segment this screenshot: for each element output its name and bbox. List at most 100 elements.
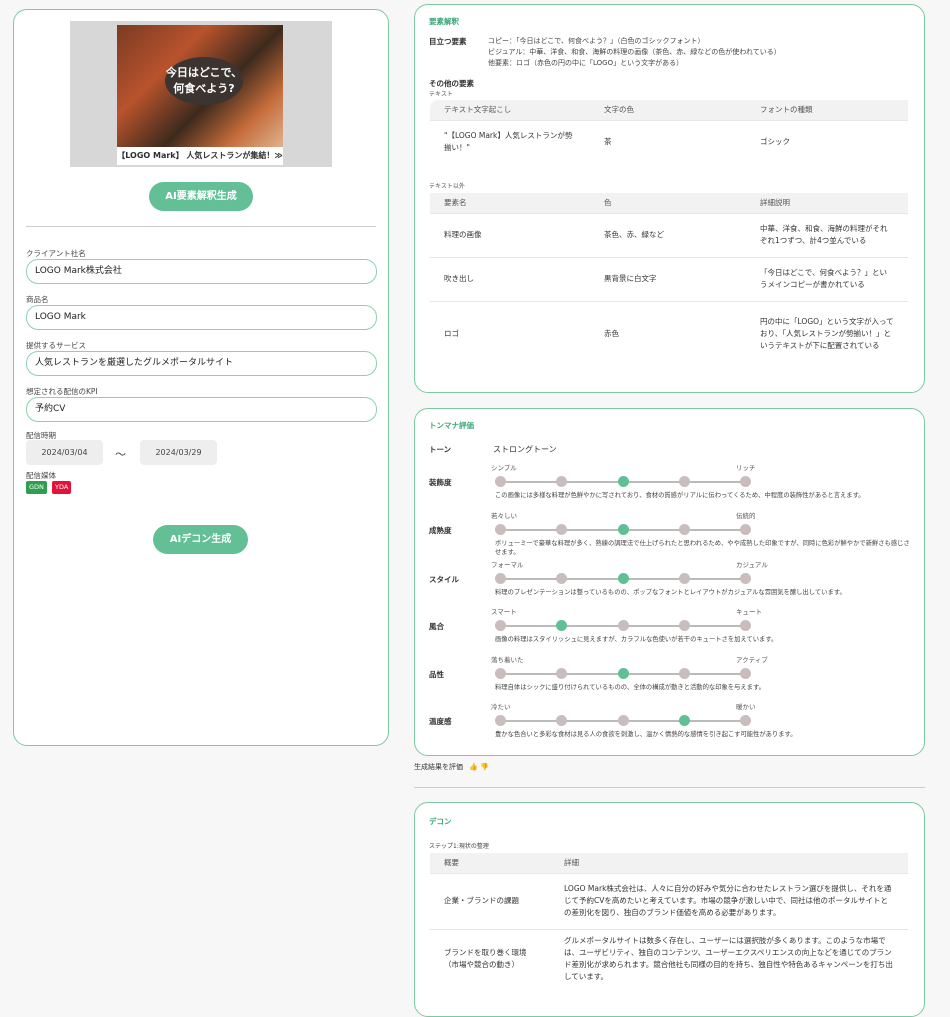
tone-value: ストロングトーン xyxy=(493,445,557,454)
scale-dot[interactable] xyxy=(740,524,751,535)
client-name-label: クライアント社名 xyxy=(26,249,86,258)
tone-description: 料理自体はシックに盛り付けられているものの、全体の構成が動きと活動的な印象を与え… xyxy=(495,684,765,691)
main-element-line: ビジュアル：中華、洋食、和食、海鮮の料理の画像（茶色、赤、緑などの色が使われてい… xyxy=(488,48,781,56)
tone-label: トーン xyxy=(429,445,452,454)
banner-image: 今日はどこで、何食べよう? 【LOGO Mark】 人気レストランが集結！≫ xyxy=(70,21,332,167)
tone-title: トンマナ評価 xyxy=(429,421,474,430)
scale-dot[interactable] xyxy=(679,573,690,584)
scale-dot[interactable] xyxy=(679,668,690,679)
table-header: 詳細説明 xyxy=(746,193,908,213)
scale-dot[interactable] xyxy=(495,476,506,487)
scale-dot[interactable] xyxy=(679,620,690,631)
ai-analysis-button[interactable]: AI要素解釈生成 xyxy=(149,182,253,211)
scale-dot[interactable] xyxy=(495,668,506,679)
tone-row-label: 品性 xyxy=(429,670,444,679)
scale-dot[interactable] xyxy=(618,620,629,631)
tone-description: この画像には多様な料理が色鮮やかに写されており、食材の質感がリアルに伝わってくる… xyxy=(495,492,865,499)
scale-dot[interactable] xyxy=(556,573,567,584)
tone-row-label: 装飾度 xyxy=(429,478,452,487)
scale-dot[interactable] xyxy=(556,715,567,726)
tone-row-label: 温度感 xyxy=(429,717,452,726)
scale-dot[interactable] xyxy=(618,524,629,535)
kpi-field[interactable]: 予約CV xyxy=(26,397,377,422)
analysis-title: 要素解釈 xyxy=(429,17,459,26)
scale-dot[interactable] xyxy=(679,524,690,535)
table-cell: 黒背景に白文字 xyxy=(590,256,746,301)
scale-left-label: 冷たい xyxy=(491,703,511,711)
thumbs-down-icon[interactable]: 👎 xyxy=(480,763,489,771)
scale-dot[interactable] xyxy=(740,573,751,584)
scale-right-label: リッチ xyxy=(736,464,756,472)
scale-dot[interactable] xyxy=(618,476,629,487)
scale-dot[interactable] xyxy=(495,573,506,584)
scale-dot[interactable] xyxy=(556,668,567,679)
table-cell: ロゴ xyxy=(430,300,590,367)
decon-table: 概要 詳細 企業・ブランドの課題 LOGO Mark株式会社は、人々に自分の好みや気… xyxy=(430,853,908,989)
table-header: 詳細 xyxy=(550,853,908,873)
scale-dot[interactable] xyxy=(618,668,629,679)
text-section-label: テキスト xyxy=(429,91,453,98)
tone-row-label: 風合 xyxy=(429,622,444,631)
decon-step: ステップ1:現状の整理 xyxy=(429,843,489,850)
table-cell: 赤色 xyxy=(590,300,746,367)
scale-dot[interactable] xyxy=(495,715,506,726)
period-end-field[interactable]: 2024/03/29 xyxy=(140,440,217,465)
tone-description: 画像の料理はスタイリッシュに見えますが、カラフルな色使いが若干のキュートさを加え… xyxy=(495,636,778,643)
scale-left-label: シンプル xyxy=(491,464,517,472)
table-cell: LOGO Mark株式会社は、人々に自分の好みや気分に合わせたレストラン選びを提… xyxy=(550,872,908,929)
scale-dot[interactable] xyxy=(495,620,506,631)
banner-headline: 今日はどこで、何食べよう? xyxy=(165,57,243,105)
media-label: 配信媒体 xyxy=(26,471,56,480)
table-header: 概要 xyxy=(430,853,550,873)
table-row: 料理の画像 茶色、赤、緑など 中華、洋食、和食、海鮮の料理がそれぞれ1つずつ、計4つ… xyxy=(430,212,908,257)
nontext-elements-table: 要素名色詳細説明 料理の画像 茶色、赤、緑など 中華、洋食、和食、海鮮の料理がそれぞ… xyxy=(430,193,908,367)
scale-dot[interactable] xyxy=(618,573,629,584)
product-name-field[interactable]: LOGO Mark xyxy=(26,305,377,330)
service-field[interactable]: 人気レストランを厳選したグルメポータルサイト xyxy=(26,351,377,376)
scale-dot[interactable] xyxy=(679,715,690,726)
nontext-section-label: テキスト以外 xyxy=(429,183,465,190)
scale-dot[interactable] xyxy=(556,524,567,535)
tone-row-label: 成熟度 xyxy=(429,526,452,535)
product-name-label: 商品名 xyxy=(26,295,49,304)
scale-dot[interactable] xyxy=(740,715,751,726)
table-cell: 料理の画像 xyxy=(430,212,590,257)
ai-decon-button[interactable]: AIデコン生成 xyxy=(153,525,248,554)
scale-dot[interactable] xyxy=(740,668,751,679)
scale-dot[interactable] xyxy=(556,620,567,631)
table-row: 企業・ブランドの課題 LOGO Mark株式会社は、人々に自分の好みや気分に合わせ… xyxy=(430,872,908,929)
client-name-field[interactable]: LOGO Mark株式会社 xyxy=(26,259,377,284)
table-row: ブランドを取り巻く環境 （市場や競合の動き） グルメポータルサイトは数多く存在し、… xyxy=(430,928,908,989)
scale-dot[interactable] xyxy=(556,476,567,487)
table-cell: ブランドを取り巻く環境 （市場や競合の動き） xyxy=(430,928,550,989)
table-cell: 「今日はどこで、何食べよう？」というメインコピーが書かれている xyxy=(746,256,908,301)
table-header: フォントの種類 xyxy=(746,100,908,120)
scale-dot[interactable] xyxy=(618,715,629,726)
tone-description: ボリューミーで豪華な料理が多く、熟練の調理法で仕上げられたと思われるため、やや成… xyxy=(495,540,910,556)
main-elements-text: コピー：「今日はどこで、何食べよう？」（白色のゴシックフォント） ビジュアル：中… xyxy=(488,36,781,69)
divider xyxy=(414,787,925,788)
scale-dot[interactable] xyxy=(740,476,751,487)
table-header: 色 xyxy=(590,193,746,213)
media-tag-gdn: GDN xyxy=(26,481,47,494)
table-cell: 茶 xyxy=(590,119,746,164)
table-cell: 円の中に「LOGO」という文字が入っており、「人気レストランが勢揃い！」というテ… xyxy=(746,300,908,367)
scale-dot[interactable] xyxy=(495,524,506,535)
tone-row-label: スタイル xyxy=(429,575,459,584)
media-tag-yda: YDA xyxy=(52,481,72,494)
table-cell: "【LOGO Mark】人気レストランが勢揃い！" xyxy=(430,119,590,164)
analysis-panel: 要素解釈 目立つ要素 コピー：「今日はどこで、何食べよう？」（白色のゴシックフォ… xyxy=(414,4,925,393)
banner-footer: 【LOGO Mark】 人気レストランが集結！≫ xyxy=(117,147,283,165)
thumbs-up-icon[interactable]: 👍 xyxy=(469,763,478,771)
main-element-line: 他要素：ロゴ（赤色の円の中に「LOGO」という文字がある） xyxy=(488,59,684,67)
service-label: 提供するサービス xyxy=(26,341,86,350)
table-cell: 企業・ブランドの課題 xyxy=(430,872,550,929)
scale-dot[interactable] xyxy=(679,476,690,487)
tone-description: 料理のプレゼンテーションは整っているものの、ポップなフォントとレイアウトがカジュ… xyxy=(495,589,846,596)
table-cell: ゴシック xyxy=(746,119,908,164)
period-start-field[interactable]: 2024/03/04 xyxy=(26,440,103,465)
main-elements-label: 目立つ要素 xyxy=(429,37,467,46)
table-header: テキスト文字起こし xyxy=(430,100,590,120)
input-panel: 今日はどこで、何食べよう? 【LOGO Mark】 人気レストランが集結！≫ A… xyxy=(13,9,389,746)
scale-dot[interactable] xyxy=(740,620,751,631)
